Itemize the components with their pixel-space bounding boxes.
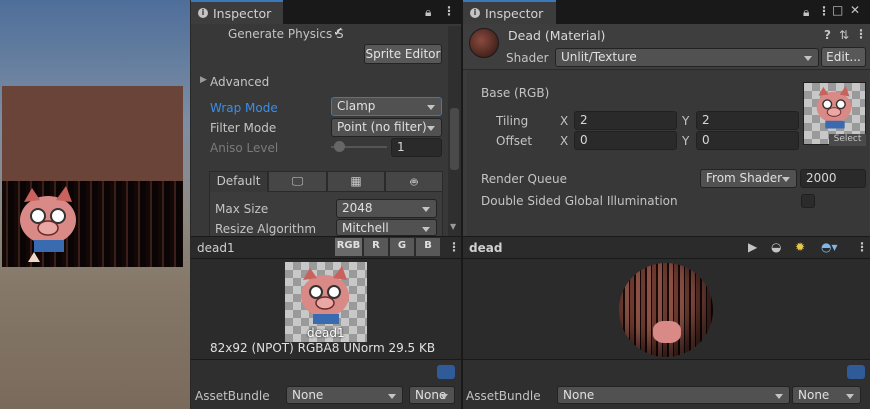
double-sided-gi-label: Double Sided Global Illumination — [481, 194, 678, 208]
resize-algorithm-dropdown[interactable]: Mitchell — [336, 219, 437, 236]
light-icon[interactable]: ✹ — [795, 240, 805, 254]
material-menu-icon[interactable]: ⋮ — [855, 27, 867, 41]
tiling-label: Tiling — [496, 114, 529, 128]
grid-icon: ▦ — [350, 174, 362, 188]
wrap-mode-dropdown[interactable]: Clamp — [331, 97, 442, 116]
max-size-dropdown[interactable]: 2048 — [336, 199, 437, 218]
left-inspector-panel: i Inspector 🔒︎ ⋮ Generate Physics S ✓ Sp… — [191, 0, 461, 409]
play-icon[interactable]: ▶ — [748, 240, 757, 254]
monitor-icon: 🖵︎ — [291, 174, 304, 188]
platform-tab-standalone[interactable]: 🖵︎ — [268, 171, 327, 192]
pig-sprite — [20, 186, 76, 262]
render-queue-mode-dropdown[interactable]: From Shader — [700, 169, 797, 188]
resize-algorithm-label: Resize Algorithm — [215, 222, 317, 236]
assetbundle-dropdown-right[interactable]: None — [557, 386, 790, 404]
channel-r-button[interactable]: R — [363, 238, 388, 256]
info-icon: i — [470, 8, 480, 18]
material-preview-header — [463, 236, 870, 259]
preview-title: dead1 — [197, 241, 235, 255]
filter-mode-dropdown[interactable]: Point (no filter) — [331, 118, 442, 137]
platform-tab-webgl[interactable]: ▦ — [327, 171, 385, 192]
platform-tab-default[interactable]: Default — [209, 171, 268, 192]
assetbundle-dropdown-left[interactable]: None — [286, 386, 403, 404]
sprite-editor-button[interactable]: Sprite Editor — [364, 44, 442, 64]
sphere-mesh-icon[interactable]: ◒ — [771, 240, 781, 254]
tiling-x-label: X — [560, 114, 569, 128]
aniso-level-label: Aniso Level — [210, 141, 279, 155]
assetbundle-variant-dropdown-right[interactable]: None — [792, 386, 861, 404]
platform-tab-default-label: Default — [216, 174, 261, 188]
offset-y-field[interactable]: 0 — [696, 131, 799, 150]
render-queue-field[interactable]: 2000 — [800, 169, 866, 188]
offset-y-label: Y — [682, 134, 690, 148]
foldout-arrow-icon[interactable]: ▶ — [200, 75, 207, 85]
offset-label: Offset — [496, 134, 533, 148]
platform-tab-android[interactable]: 🤖︎ — [385, 171, 443, 192]
assetbundle-variant-dropdown-left[interactable]: None — [409, 386, 455, 404]
advanced-label[interactable]: Advanced — [210, 75, 269, 89]
offset-x-label: X — [560, 134, 569, 148]
preview-menu-icon[interactable]: ⋮ — [448, 240, 460, 254]
preset-icon[interactable]: ⇅ — [839, 28, 849, 42]
texture-info: 82x92 (NPOT) RGBA8 UNorm 29.5 KB — [210, 341, 436, 355]
lock-icon[interactable]: 🔒︎ — [803, 5, 809, 20]
material-title: Dead (Material) — [508, 28, 606, 43]
max-size-label: Max Size — [215, 202, 269, 216]
tiling-y-label: Y — [682, 114, 690, 128]
assetbundle-label-left: AssetBundle — [195, 389, 270, 403]
scene-texture-top — [2, 86, 183, 181]
render-queue-label: Render Queue — [481, 172, 567, 186]
left-scrollbar-thumb[interactable] — [450, 108, 459, 170]
help-icon[interactable]: ? — [824, 28, 831, 42]
preview-shape-icon[interactable]: ◓▾ — [821, 240, 838, 254]
channel-rgb-button[interactable]: RGB — [334, 238, 362, 256]
base-rgb-label: Base (RGB) — [481, 86, 550, 100]
shader-dropdown[interactable]: Unlit/Texture — [555, 48, 819, 67]
material-preview-sphere — [619, 263, 713, 357]
channel-g-button[interactable]: G — [389, 238, 414, 256]
edit-shader-button[interactable]: Edit... — [821, 47, 866, 67]
more-menu-icon[interactable]: ⋮ — [443, 4, 455, 18]
preview-caption: dead1 — [307, 326, 345, 340]
tab-label: Inspector — [213, 6, 272, 21]
more-menu-icon[interactable]: ⋮ — [818, 4, 830, 18]
assetbundle-label-right: AssetBundle — [466, 389, 541, 403]
scene-view[interactable] — [0, 0, 190, 409]
close-icon[interactable]: ✕ — [850, 3, 860, 17]
label-tag-icon[interactable] — [437, 365, 455, 379]
info-icon: i — [198, 8, 208, 18]
maximize-icon[interactable]: □ — [832, 3, 843, 17]
tab-inspector-left[interactable]: i Inspector — [191, 0, 283, 24]
right-inspector-panel: i Inspector 🔒︎ ⋮ □ ✕ Dead (Material) ? ⇅… — [463, 0, 870, 409]
wrap-mode-label: Wrap Mode — [210, 101, 278, 115]
material-preview-title: dead — [469, 241, 503, 255]
material-icon — [469, 28, 499, 58]
aniso-slider-handle[interactable] — [334, 141, 345, 152]
aniso-level-field[interactable]: 1 — [391, 138, 442, 157]
preview-menu-icon[interactable]: ⋮ — [856, 240, 868, 254]
tiling-y-field[interactable]: 2 — [696, 111, 799, 130]
tab-label: Inspector — [485, 6, 544, 21]
generate-physics-label: Generate Physics S — [228, 27, 344, 41]
scroll-down-arrow-icon[interactable]: ▼ — [450, 222, 456, 231]
lock-icon[interactable]: 🔒︎ — [425, 5, 431, 20]
label-tag-icon[interactable] — [847, 365, 865, 379]
android-icon: 🤖︎ — [410, 175, 418, 189]
offset-x-field[interactable]: 0 — [574, 131, 677, 150]
checkmark-icon[interactable]: ✓ — [333, 25, 344, 40]
tiling-x-field[interactable]: 2 — [574, 111, 677, 130]
tab-inspector-right[interactable]: i Inspector — [463, 0, 556, 24]
select-texture-button[interactable]: Select — [829, 134, 866, 146]
filter-mode-label: Filter Mode — [210, 121, 277, 135]
shader-label: Shader — [506, 51, 549, 65]
sphere-pig-spot — [653, 321, 681, 343]
double-sided-gi-checkbox[interactable] — [801, 194, 815, 208]
channel-b-button[interactable]: B — [415, 238, 440, 256]
